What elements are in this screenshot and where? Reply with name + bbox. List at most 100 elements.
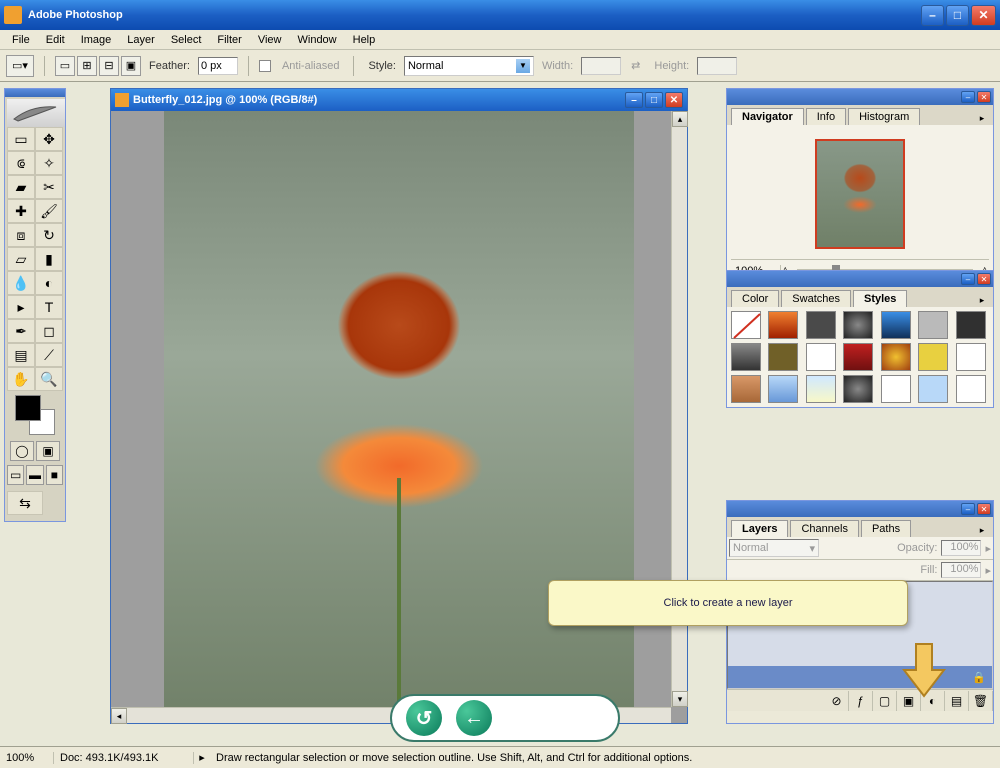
- doc-close-button[interactable]: ✕: [665, 92, 683, 108]
- palette-menu-icon[interactable]: ▸: [975, 523, 989, 537]
- brush-tool[interactable]: 🖌: [35, 199, 63, 223]
- tab-layers[interactable]: Layers: [731, 520, 788, 537]
- layer-link-button[interactable]: ⊘: [825, 691, 849, 711]
- palette-close-button[interactable]: ✕: [977, 91, 991, 103]
- menu-layer[interactable]: Layer: [119, 32, 163, 48]
- stamp-tool[interactable]: ⧈: [7, 223, 35, 247]
- navigator-thumbnail[interactable]: [815, 139, 905, 249]
- tab-histogram[interactable]: Histogram: [848, 108, 920, 125]
- marquee-tool[interactable]: ▭: [7, 127, 35, 151]
- style-swatch[interactable]: [806, 343, 836, 371]
- document-titlebar[interactable]: Butterfly_012.jpg @ 100% (RGB/8#) – □ ✕: [111, 89, 687, 111]
- window-maximize-button[interactable]: □: [946, 5, 969, 26]
- style-swatch[interactable]: [843, 343, 873, 371]
- style-swatch[interactable]: [956, 375, 986, 403]
- style-swatch[interactable]: [768, 311, 798, 339]
- eraser-tool[interactable]: ▱: [7, 247, 35, 271]
- selection-new-icon[interactable]: ▭: [55, 56, 75, 76]
- canvas-area[interactable]: [111, 111, 687, 723]
- style-swatch[interactable]: [731, 375, 761, 403]
- style-swatch[interactable]: [731, 311, 761, 339]
- palette-minimize-button[interactable]: –: [961, 503, 975, 515]
- color-swatches[interactable]: [15, 395, 55, 435]
- style-swatch[interactable]: [956, 343, 986, 371]
- gradient-tool[interactable]: ▮: [35, 247, 63, 271]
- style-swatch[interactable]: [806, 311, 836, 339]
- screen-fullmenu-button[interactable]: ▬: [26, 465, 43, 485]
- tab-swatches[interactable]: Swatches: [781, 290, 851, 307]
- scroll-up-icon[interactable]: ▴: [672, 111, 688, 127]
- style-swatch[interactable]: [768, 343, 798, 371]
- doc-minimize-button[interactable]: –: [625, 92, 643, 108]
- quickmask-mode-button[interactable]: ▣: [36, 441, 60, 461]
- shape-tool[interactable]: ◻: [35, 319, 63, 343]
- status-doc-size[interactable]: Doc: 493.1K/493.1K: [54, 752, 194, 764]
- palette-minimize-button[interactable]: –: [961, 91, 975, 103]
- screen-full-button[interactable]: ■: [46, 465, 63, 485]
- status-zoom[interactable]: 100%: [6, 752, 54, 764]
- scroll-down-icon[interactable]: ▾: [672, 691, 688, 707]
- style-swatch[interactable]: [918, 343, 948, 371]
- back-button[interactable]: ←: [456, 700, 492, 736]
- zoom-tool[interactable]: 🔍: [35, 367, 63, 391]
- type-tool[interactable]: T: [35, 295, 63, 319]
- blur-tool[interactable]: 💧: [7, 271, 35, 295]
- toolbox-handle[interactable]: [5, 89, 65, 97]
- hand-tool[interactable]: ✋: [7, 367, 35, 391]
- canvas-image[interactable]: [164, 111, 634, 723]
- palette-close-button[interactable]: ✕: [977, 273, 991, 285]
- move-tool[interactable]: ✥: [35, 127, 63, 151]
- menu-window[interactable]: Window: [290, 32, 345, 48]
- style-swatch[interactable]: [881, 375, 911, 403]
- crop-tool[interactable]: ▰: [7, 175, 35, 199]
- menu-filter[interactable]: Filter: [209, 32, 249, 48]
- style-swatch[interactable]: [881, 343, 911, 371]
- style-swatch[interactable]: [918, 311, 948, 339]
- lasso-tool[interactable]: ⟃: [7, 151, 35, 175]
- undo-button[interactable]: ↺: [406, 700, 442, 736]
- window-minimize-button[interactable]: –: [921, 5, 944, 26]
- style-swatch[interactable]: [843, 311, 873, 339]
- navigator-thumbnail-area[interactable]: [731, 129, 989, 259]
- style-swatch[interactable]: [843, 375, 873, 403]
- healing-tool[interactable]: ✚: [7, 199, 35, 223]
- selection-intersect-icon[interactable]: ▣: [121, 56, 141, 76]
- dodge-tool[interactable]: ◐: [35, 271, 63, 295]
- tab-styles[interactable]: Styles: [853, 290, 907, 307]
- menu-help[interactable]: Help: [345, 32, 384, 48]
- eyedropper-tool[interactable]: ⟋: [35, 343, 63, 367]
- tab-info[interactable]: Info: [806, 108, 846, 125]
- style-swatch[interactable]: [918, 375, 948, 403]
- notes-tool[interactable]: ▤: [7, 343, 35, 367]
- layer-style-button[interactable]: ƒ: [849, 691, 873, 711]
- tool-preset-picker[interactable]: ▭▾: [6, 55, 34, 77]
- slice-tool[interactable]: ✂: [35, 175, 63, 199]
- selection-subtract-icon[interactable]: ⊟: [99, 56, 119, 76]
- screen-standard-button[interactable]: ▭: [7, 465, 24, 485]
- foreground-color[interactable]: [15, 395, 41, 421]
- layer-mask-button[interactable]: ▢: [873, 691, 897, 711]
- palette-minimize-button[interactable]: –: [961, 273, 975, 285]
- palette-menu-icon[interactable]: ▸: [975, 293, 989, 307]
- feather-input[interactable]: [198, 57, 238, 75]
- scroll-left-icon[interactable]: ◂: [111, 708, 127, 724]
- menu-file[interactable]: File: [4, 32, 38, 48]
- tab-channels[interactable]: Channels: [790, 520, 858, 537]
- tab-color[interactable]: Color: [731, 290, 779, 307]
- wand-tool[interactable]: ✧: [35, 151, 63, 175]
- selection-add-icon[interactable]: ⊞: [77, 56, 97, 76]
- style-swatch[interactable]: [768, 375, 798, 403]
- status-arrow-icon[interactable]: ▸: [194, 751, 210, 764]
- style-select[interactable]: Normal ▼: [404, 56, 534, 76]
- doc-maximize-button[interactable]: □: [645, 92, 663, 108]
- menu-view[interactable]: View: [250, 32, 290, 48]
- path-select-tool[interactable]: ▸: [7, 295, 35, 319]
- layer-background-row[interactable]: 🔒: [728, 666, 992, 688]
- standard-mode-button[interactable]: ◯: [10, 441, 34, 461]
- jump-to-imageready-button[interactable]: ⇆: [7, 491, 43, 515]
- style-swatch[interactable]: [731, 343, 761, 371]
- style-swatch[interactable]: [956, 311, 986, 339]
- menu-select[interactable]: Select: [163, 32, 210, 48]
- delete-layer-button[interactable]: 🗑: [969, 691, 993, 711]
- palette-menu-icon[interactable]: ▸: [975, 111, 989, 125]
